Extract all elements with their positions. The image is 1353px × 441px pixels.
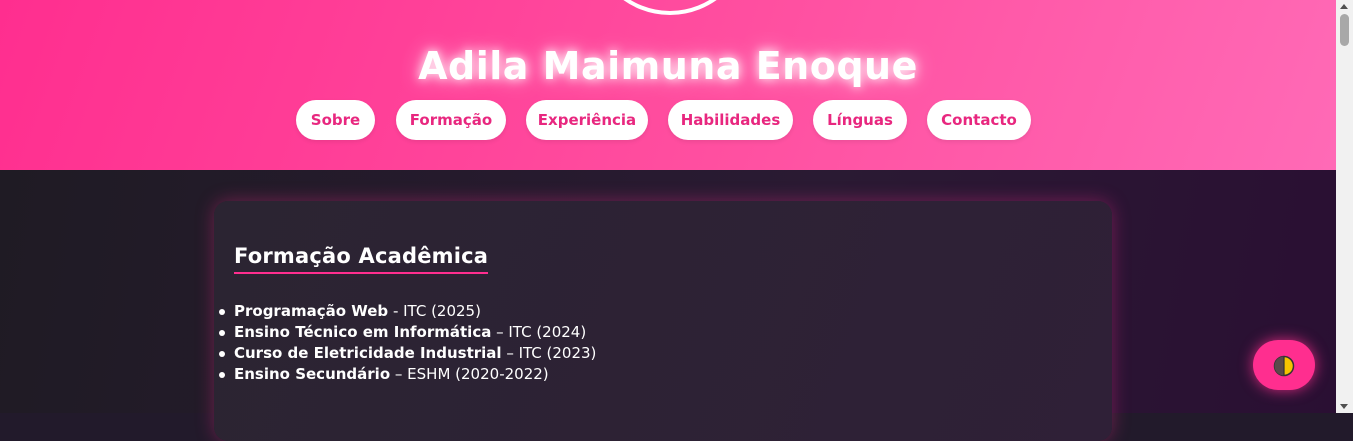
course-detail: – ITC (2024) bbox=[491, 323, 587, 341]
header: Adila Maimuna Enoque Sobre Formação Expe… bbox=[0, 0, 1336, 170]
half-moon-icon bbox=[1273, 355, 1295, 377]
nav-sobre-button[interactable]: Sobre bbox=[296, 100, 375, 140]
nav-linguas-button[interactable]: Línguas bbox=[813, 100, 907, 140]
course-name: Curso de Eletricidade Industrial bbox=[234, 344, 502, 362]
education-item: Ensino Técnico em Informática – ITC (202… bbox=[218, 322, 596, 343]
nav-habilidades-button[interactable]: Habilidades bbox=[668, 100, 793, 140]
nav-formacao-button[interactable]: Formação bbox=[396, 100, 506, 140]
scroll-thumb[interactable] bbox=[1340, 14, 1349, 46]
education-list: Programação Web - ITC (2025) Ensino Técn… bbox=[218, 301, 597, 385]
profile-name: Adila Maimuna Enoque bbox=[418, 44, 918, 88]
course-detail: - ITC (2025) bbox=[388, 302, 481, 320]
course-name: Programação Web bbox=[234, 302, 389, 320]
education-card: Formação Acadêmica Programação Web - ITC… bbox=[214, 201, 1112, 441]
course-detail: – ITC (2023) bbox=[501, 344, 597, 362]
scroll-up-arrow-icon[interactable] bbox=[1340, 4, 1348, 9]
scroll-down-arrow-icon[interactable] bbox=[1340, 404, 1348, 409]
vertical-scrollbar[interactable] bbox=[1336, 0, 1353, 413]
education-item: Ensino Secundário – ESHM (2020-2022) bbox=[218, 364, 596, 385]
nav-experiencia-button[interactable]: Experiência bbox=[526, 100, 648, 140]
course-name: Ensino Secundário bbox=[234, 365, 391, 383]
course-detail: – ESHM (2020-2022) bbox=[390, 365, 549, 383]
education-item: Curso de Eletricidade Industrial – ITC (… bbox=[218, 343, 597, 364]
section-title: Formação Acadêmica bbox=[234, 244, 489, 274]
profile-avatar bbox=[590, 0, 750, 15]
course-name: Ensino Técnico em Informática bbox=[234, 323, 492, 341]
main-nav: Sobre Formação Experiência Habilidades L… bbox=[0, 100, 1336, 140]
nav-contacto-button[interactable]: Contacto bbox=[927, 100, 1031, 140]
education-item: Programação Web - ITC (2025) bbox=[218, 301, 596, 322]
theme-toggle-button[interactable] bbox=[1253, 340, 1315, 390]
